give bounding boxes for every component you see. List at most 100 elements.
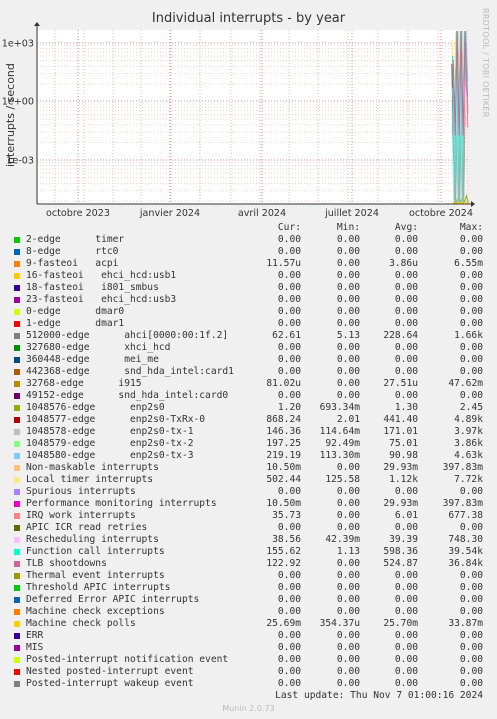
legend-value-cur: 38.56	[272, 534, 301, 545]
legend-value-max: 0.00	[459, 486, 483, 497]
legend-value-min: 0.00	[336, 234, 360, 245]
legend-value-avg: 0.00	[394, 594, 418, 605]
legend-series-name: MIS	[26, 642, 44, 653]
x-tick-label: janvier 2024	[139, 208, 200, 219]
legend-value-max: 36.84k	[448, 558, 483, 569]
legend-value-cur: 0.00	[277, 666, 301, 677]
legend-row: 1048578-edge enp2s0-tx-1 146.36 114.64m 171…	[0, 426, 497, 438]
legend-swatch	[14, 393, 20, 399]
legend-row: IRQ work interrupts 35.73 0.00 6.01 677.38	[0, 510, 497, 522]
legend-row: Posted-interrupt wakeup event 0.00 0.00 0.0…	[0, 678, 497, 690]
legend-value-max: 39.54k	[448, 546, 483, 557]
legend-value-min: 0.00	[336, 486, 360, 497]
legend-value-max: 33.87m	[448, 618, 483, 629]
legend-row: MIS 0.00 0.00 0.00 0.00	[0, 642, 497, 654]
legend-row: 360448-edge mei_me 0.00 0.00 0.00 0.00	[0, 354, 497, 366]
legend-swatch	[14, 525, 20, 531]
legend-row: Performance monitoring interrupts 10.50m 0…	[0, 498, 497, 510]
y-tick-label: 1e+03	[2, 39, 34, 50]
legend-row: 9-fasteoi acpi 11.57u 0.00 3.86u 6.55m	[0, 258, 497, 270]
legend-value-min: 0.00	[336, 678, 360, 689]
legend-value-cur: 0.00	[277, 630, 301, 641]
legend-series-name: 16-fasteoi ehci_hcd:usb1	[26, 270, 177, 281]
legend-value-cur: 0.00	[277, 570, 301, 581]
legend-value-max: 0.00	[459, 582, 483, 593]
legend-row: TLB shootdowns 122.92 0.00 524.87 36.84k	[0, 558, 497, 570]
legend-value-cur: 0.00	[277, 486, 301, 497]
legend-value-cur: 0.00	[277, 342, 301, 353]
legend-value-max: 0.00	[459, 666, 483, 677]
legend-row: Nested posted-interrupt event 0.00 0.00 0.0…	[0, 666, 497, 678]
legend-value-cur: 122.92	[266, 558, 301, 569]
legend-series-name: 360448-edge mei_me	[26, 354, 159, 365]
legend-value-max: 0.00	[459, 306, 483, 317]
legend-value-max: 2.45	[459, 402, 483, 413]
legend-value-avg: 6.01	[394, 510, 418, 521]
legend-value-avg: 524.87	[383, 558, 418, 569]
legend-value-min: 0.00	[336, 318, 360, 329]
legend-value-cur: 0.00	[277, 522, 301, 533]
legend-row: 49152-edge snd_hda_intel:card0 0.00 0.00 0.…	[0, 390, 497, 402]
legend-value-cur: 0.00	[277, 294, 301, 305]
legend-swatch	[14, 333, 20, 339]
legend-value-min: 0.00	[336, 606, 360, 617]
legend-value-avg: 0.00	[394, 630, 418, 641]
legend-row: Posted-interrupt notification event 0.00 0…	[0, 654, 497, 666]
legend-row: Function call interrupts 155.62 1.13 598.36…	[0, 546, 497, 558]
legend-swatch	[14, 429, 20, 435]
legend-value-min: 0.00	[336, 366, 360, 377]
legend-value-cur: 0.00	[277, 234, 301, 245]
legend-value-avg: 0.00	[394, 582, 418, 593]
legend-value-max: 0.00	[459, 270, 483, 281]
legend-value-avg: 0.00	[394, 282, 418, 293]
legend-row: Spurious interrupts 0.00 0.00 0.00 0.00	[0, 486, 497, 498]
legend-value-max: 3.97k	[454, 426, 483, 437]
legend-value-max: 4.63k	[454, 450, 483, 461]
legend-series-name: 442368-edge snd_hda_intel:card1	[26, 366, 234, 377]
legend-value-cur: 10.50m	[266, 462, 301, 473]
legend-swatch	[14, 609, 20, 615]
legend-swatch	[14, 585, 20, 591]
legend-series-name: 1048577-edge enp2s0-TxRx-0	[26, 414, 206, 425]
legend-series-name: Rescheduling interrupts	[26, 534, 159, 545]
legend-value-avg: 3.86u	[389, 258, 418, 269]
legend-value-cur: 0.00	[277, 594, 301, 605]
legend-row: ERR 0.00 0.00 0.00 0.00	[0, 630, 497, 642]
legend-value-min: 0.00	[336, 582, 360, 593]
legend-value-avg: 0.00	[394, 606, 418, 617]
legend-value-cur: 868.24	[266, 414, 301, 425]
legend-series-name: Performance monitoring interrupts	[26, 498, 217, 509]
legend-row: 1-edge dmar1 0.00 0.00 0.00 0.00	[0, 318, 497, 330]
legend-row: Deferred Error APIC interrupts 0.00 0.00 0.…	[0, 594, 497, 606]
legend-value-cur: 0.00	[277, 270, 301, 281]
legend-value-max: 0.00	[459, 282, 483, 293]
legend-value-min: 0.00	[336, 558, 360, 569]
legend-row: 512000-edge ahci[0000:00:1f.2] 62.61 5.13 2…	[0, 330, 497, 342]
legend-swatch	[14, 405, 20, 411]
legend-row: 1048579-edge enp2s0-tx-2 197.25 92.49m 75.0…	[0, 438, 497, 450]
legend-row: Machine check exceptions 0.00 0.00 0.00 0.00	[0, 606, 497, 618]
legend-swatch	[14, 417, 20, 423]
legend-value-max: 6.55m	[454, 258, 483, 269]
legend-swatch	[14, 477, 20, 483]
legend-series-name: IRQ work interrupts	[26, 510, 136, 521]
legend-series-name: Posted-interrupt notification event	[26, 654, 229, 665]
legend-row: 2-edge timer 0.00 0.00 0.00 0.00	[0, 234, 497, 246]
legend-value-avg: 0.00	[394, 306, 418, 317]
column-avg: Avg:	[394, 222, 418, 233]
legend-value-min: 0.00	[336, 462, 360, 473]
legend-value-avg: 598.36	[383, 546, 418, 557]
legend-swatch	[14, 513, 20, 519]
legend-value-cur: 0.00	[277, 282, 301, 293]
munin-graph: Individual interrupts - by year RRDTOOL …	[0, 0, 497, 719]
legend-swatch	[14, 321, 20, 327]
x-tick-label: avril 2024	[238, 208, 286, 219]
legend-value-min: 114.64m	[319, 426, 360, 437]
legend-value-max: 0.00	[459, 522, 483, 533]
legend-row: Threshold APIC interrupts 0.00 0.00 0.00 0.0…	[0, 582, 497, 594]
legend-swatch	[14, 261, 20, 267]
legend-value-avg: 0.00	[394, 654, 418, 665]
legend-value-avg: 228.64	[383, 330, 418, 341]
legend-series-name: Deferred Error APIC interrupts	[26, 594, 200, 605]
legend-value-min: 0.00	[336, 378, 360, 389]
